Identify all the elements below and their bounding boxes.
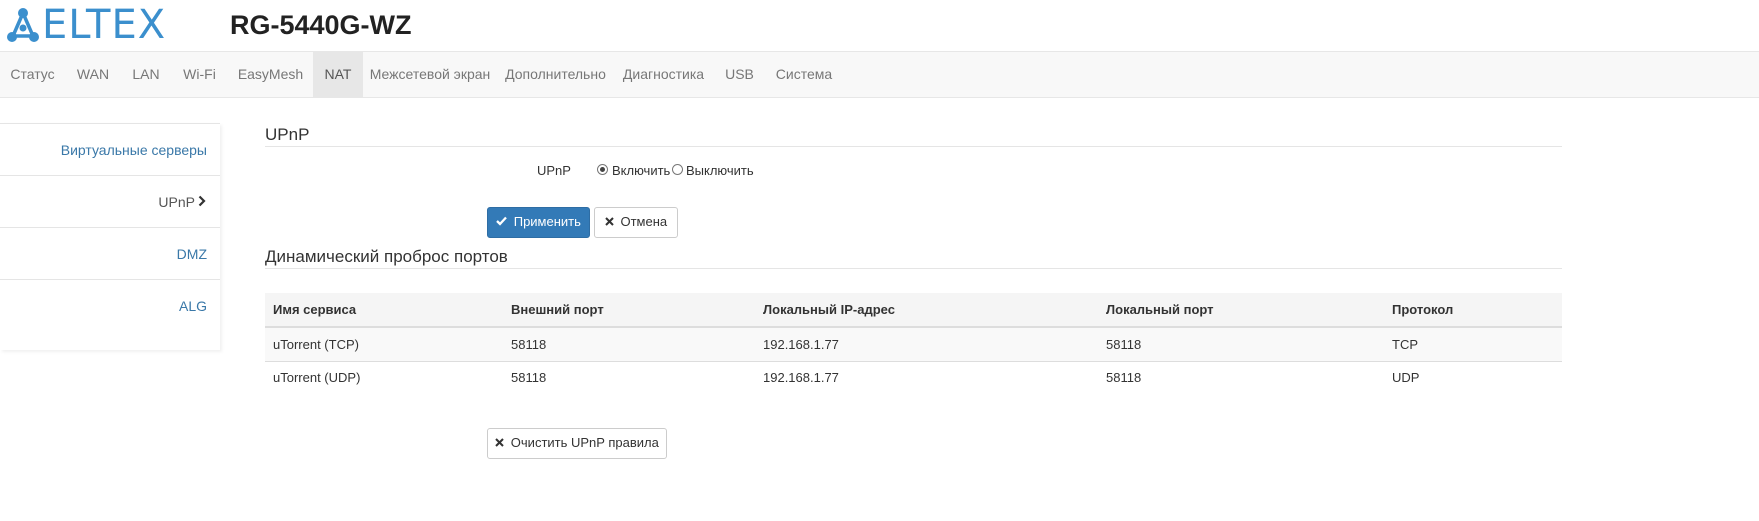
sidebar-item-label: UPnP [158, 194, 195, 210]
table-row: uTorrent (TCP) 58118 192.168.1.77 58118 … [265, 328, 1562, 362]
table-cell: 192.168.1.77 [763, 337, 839, 352]
cancel-button-label: Отмена [620, 214, 668, 229]
eltex-network-icon [7, 8, 39, 42]
apply-button-label: Применить [513, 214, 581, 229]
table-cell: 58118 [1106, 337, 1142, 352]
divider [265, 146, 1562, 147]
sidebar-item-dmz[interactable]: DMZ [0, 228, 220, 280]
sidebar-item-label: Виртуальные серверы [60, 142, 207, 158]
nav-advanced[interactable]: Дополнительно [497, 52, 614, 97]
nav-status[interactable]: Статус [0, 52, 65, 97]
divider [265, 268, 1562, 269]
chevron-right-icon [198, 194, 206, 210]
sidebar-item-upnp[interactable]: UPnP [0, 176, 220, 228]
column-header: Внешний порт [511, 302, 604, 317]
table-cell: UDP [1392, 370, 1420, 385]
apply-button[interactable]: Применить [487, 207, 590, 238]
sidebar-item-label: DMZ [176, 246, 207, 262]
nav-usb[interactable]: USB [713, 52, 766, 97]
sidebar-item-label: ALG [178, 298, 207, 314]
upnp-field-label: UPnP [537, 163, 571, 178]
upnp-section-title: UPnP [265, 125, 310, 144]
table-cell: uTorrent (TCP) [273, 337, 359, 352]
sidebar: Виртуальные серверы UPnP DMZ ALG [0, 123, 220, 350]
nav-wifi[interactable]: Wi-Fi [171, 52, 228, 97]
top-nav: Статус WAN LAN Wi-Fi EasyMesh NAT Межсет… [0, 51, 1759, 98]
close-icon [605, 214, 618, 229]
logo[interactable]: ELTEX [6, 4, 166, 46]
nav-nat[interactable]: NAT [313, 52, 363, 97]
header: ELTEX RG-5440G-WZ [0, 0, 1759, 51]
table-header: Имя сервиса Внешний порт Локальный IP-ад… [265, 293, 1562, 328]
table-cell: 58118 [511, 337, 547, 352]
ports-section-title: Динамический проброс портов [265, 247, 508, 266]
clear-upnp-rules-button[interactable]: Очистить UPnP правила [487, 428, 667, 459]
device-model: RG-5440G-WZ [230, 10, 412, 40]
nav-lan[interactable]: LAN [121, 52, 171, 97]
nav-firewall[interactable]: Межсетевой экран [363, 52, 497, 97]
table-row: uTorrent (UDP) 58118 192.168.1.77 58118 … [265, 361, 1562, 394]
nav-system[interactable]: Система [766, 52, 842, 97]
table-cell: 58118 [511, 370, 547, 385]
logo-text: ELTEX [42, 2, 167, 48]
sidebar-item-virtual-servers[interactable]: Виртуальные серверы [0, 124, 220, 176]
check-icon [496, 214, 511, 229]
cancel-button[interactable]: Отмена [594, 207, 678, 238]
close-icon [495, 435, 508, 450]
column-header: Имя сервиса [273, 302, 357, 317]
upnp-enable-label[interactable]: Включить [612, 163, 670, 178]
upnp-disable-label[interactable]: Выключить [686, 163, 754, 178]
column-header: Локальный порт [1106, 302, 1214, 317]
clear-upnp-rules-label: Очистить UPnP правила [510, 435, 659, 450]
upnp-disable-radio[interactable] [672, 164, 683, 175]
nav-easymesh[interactable]: EasyMesh [228, 52, 313, 97]
sidebar-item-alg[interactable]: ALG [0, 280, 220, 332]
column-header: Протокол [1392, 302, 1454, 317]
table-cell: 192.168.1.77 [763, 370, 839, 385]
column-header: Локальный IP-адрес [763, 302, 895, 317]
nav-diagnostics[interactable]: Диагностика [614, 52, 713, 97]
upnp-enable-radio[interactable] [597, 164, 608, 175]
nav-wan[interactable]: WAN [65, 52, 121, 97]
table-cell: 58118 [1106, 370, 1142, 385]
table-cell: uTorrent (UDP) [273, 370, 361, 385]
table-cell: TCP [1392, 337, 1418, 352]
